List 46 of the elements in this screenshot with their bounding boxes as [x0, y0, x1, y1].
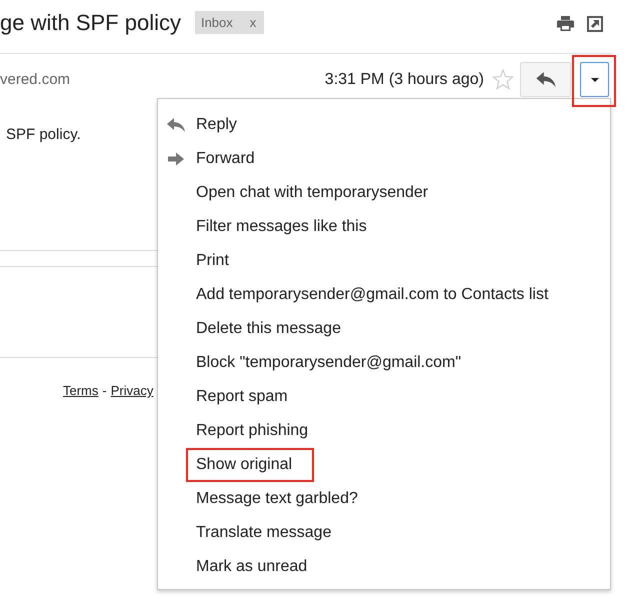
- menu-item[interactable]: Show original: [158, 448, 610, 482]
- menu-item[interactable]: Block "temporarysender@gmail.com": [158, 346, 610, 380]
- menu-item[interactable]: Translate message: [158, 516, 610, 550]
- menu-item-label: Forward: [196, 150, 255, 168]
- remove-label-button[interactable]: x: [250, 15, 256, 30]
- menu-item-label: Open chat with temporarysender: [196, 184, 428, 202]
- menu-item-label: Translate message: [196, 524, 332, 542]
- menu-item-label: Print: [196, 252, 229, 270]
- menu-item-label: Reply: [196, 116, 237, 134]
- right-arrow-icon: [167, 152, 185, 166]
- menu-item[interactable]: Print: [158, 244, 610, 278]
- terms-link[interactable]: Terms: [63, 383, 98, 399]
- menu-item[interactable]: Mark as unread: [158, 550, 610, 584]
- reply-arrow-icon: [536, 72, 556, 87]
- menu-item-label: Delete this message: [196, 320, 341, 338]
- menu-item[interactable]: Reply: [158, 108, 610, 142]
- menu-item-label: Report spam: [196, 388, 288, 406]
- menu-item-label: Filter messages like this: [196, 218, 367, 236]
- menu-item-label: Report phishing: [196, 422, 308, 440]
- sender-address: vered.com: [0, 71, 70, 88]
- reply-button[interactable]: [520, 62, 571, 97]
- star-icon[interactable]: [492, 69, 514, 90]
- message-time: 3:31 PM (3 hours ago): [324, 70, 484, 88]
- link-separator: -: [102, 383, 107, 399]
- reply-arrow-icon: [167, 118, 185, 132]
- menu-item-label: Message text garbled?: [196, 490, 358, 508]
- menu-item[interactable]: Report phishing: [158, 414, 610, 448]
- menu-item[interactable]: Report spam: [158, 380, 610, 414]
- email-subject: ge with SPF policy: [0, 10, 181, 36]
- menu-item[interactable]: Delete this message: [158, 312, 610, 346]
- menu-item[interactable]: Forward: [158, 142, 610, 176]
- menu-item[interactable]: Filter messages like this: [158, 210, 610, 244]
- more-options-button[interactable]: [580, 62, 609, 97]
- popout-icon[interactable]: [587, 16, 603, 32]
- menu-item-label: Add temporarysender@gmail.com to Contacts list: [196, 286, 548, 304]
- menu-item-label: Show original: [196, 456, 292, 473]
- message-body-text: SPF policy.: [6, 125, 81, 145]
- dropdown-caret-icon: [590, 78, 598, 82]
- label-name: Inbox: [200, 15, 233, 30]
- menu-item-label: Block "temporarysender@gmail.com": [196, 354, 462, 372]
- print-icon[interactable]: [557, 16, 574, 31]
- menu-item[interactable]: Open chat with temporarysender: [158, 176, 610, 210]
- privacy-link[interactable]: Privacy: [110, 383, 154, 399]
- menu-item[interactable]: Message text garbled?: [158, 482, 610, 516]
- menu-item[interactable]: Add temporarysender@gmail.com to Contacts list: [158, 278, 610, 312]
- menu-item-label: Mark as unread: [196, 558, 308, 576]
